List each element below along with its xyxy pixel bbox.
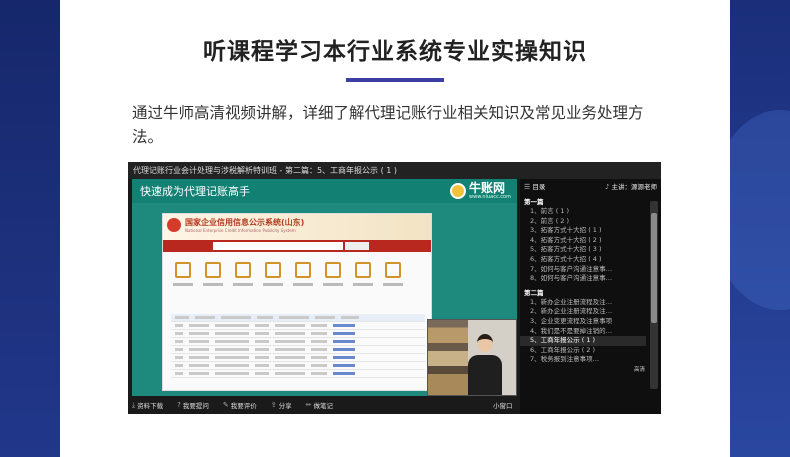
table-row <box>171 370 425 378</box>
player-controls: ⤓ 资料下载 ? 我要提问 ✎ 我要评价 ⇪ 分享 ✏ 做笔记 <box>128 396 520 414</box>
brand-logo: 牛账网 www.niuacc.com <box>450 182 511 200</box>
site-search-box <box>213 242 343 250</box>
bookshelf <box>428 320 468 395</box>
small-window-button[interactable]: 小窗口 <box>493 400 513 410</box>
lesson-item[interactable]: 2、新办企业注册流程及注… <box>520 307 638 317</box>
instructor <box>468 334 502 395</box>
lesson-item[interactable]: 4、我们是不是要掉注销的… <box>520 327 638 337</box>
section-title: 第二篇 <box>524 288 544 297</box>
lesson-item-active[interactable]: 5、工商年报公示 ( 1 ) <box>520 336 646 346</box>
background-right <box>730 0 790 457</box>
site-title: 国家企业信用信息公示系统(山东) <box>185 218 305 227</box>
comment-icon: ✎ <box>222 401 229 409</box>
scrollbar-thumb[interactable] <box>651 213 657 323</box>
download-button[interactable]: ⤓ 资料下载 <box>132 400 163 411</box>
page-description: 通过牛师高清视频讲解，详细了解代理记账行业相关知识及常见业务处理方法。 <box>132 104 644 146</box>
lesson-item[interactable]: 6、拓客方式十大招 ( 4 ) <box>520 255 638 265</box>
video-area[interactable]: 快速成为代理记账高手 牛账网 www.niuacc.com 国家企业信用信息公示… <box>132 179 517 396</box>
lesson-item[interactable]: 1、前言 ( 1 ) <box>520 207 638 217</box>
microphone-icon: ♪ <box>604 183 610 191</box>
site-icon <box>383 262 403 286</box>
lesson-item[interactable]: 2、前言 ( 2 ) <box>520 217 638 227</box>
site-icon <box>173 262 193 286</box>
title-underline <box>346 78 444 82</box>
video-player[interactable]: 代理记账行业会计处理与涉税解析特训班 - 第二篇：5、工商年报公示 ( 1 ) … <box>128 162 661 414</box>
logo-url: www.niuacc.com <box>469 194 511 200</box>
site-table <box>171 314 425 378</box>
list-icon: ☰ <box>524 183 531 191</box>
lesson-item[interactable]: 8、如何与客户沟通注意事… <box>520 274 638 284</box>
site-icon <box>233 262 253 286</box>
site-icon <box>293 262 313 286</box>
catalog-header: ☰ 目录 ♪ 主讲：源源老师 <box>520 179 661 193</box>
share-icon: ⇪ <box>270 401 277 409</box>
lesson-item[interactable]: 3、企业变更流程及注意事项 <box>520 317 638 327</box>
section-title: 第一篇 <box>524 198 544 206</box>
table-row <box>171 322 425 330</box>
table-row <box>171 346 425 354</box>
logo-icon <box>450 183 467 199</box>
download-icon: ⤓ <box>132 400 136 409</box>
share-button[interactable]: ⇪ 分享 <box>271 400 292 410</box>
background-left <box>0 0 60 457</box>
site-icon-row <box>163 252 431 286</box>
pencil-icon: ✏ <box>305 401 312 409</box>
site-icon <box>353 262 373 286</box>
table-row <box>171 362 425 370</box>
lesson-item[interactable]: 1、新办企业注册流程及注… <box>520 298 638 308</box>
question-icon: ? <box>177 401 181 409</box>
lesson-item[interactable]: 3、拓客方式十大招 ( 1 ) <box>520 226 638 236</box>
notes-button[interactable]: ✏ 做笔记 <box>306 400 333 410</box>
site-subtitle: National Enterprise Credit Information P… <box>185 228 296 233</box>
lesson-item[interactable]: 5、拓客方式十大招 ( 3 ) <box>520 245 638 255</box>
site-search-button <box>345 242 369 250</box>
video-banner: 快速成为代理记账高手 牛账网 www.niuacc.com <box>132 179 517 203</box>
table-row <box>171 354 425 362</box>
lesson-item[interactable]: 6、工商年报公示 ( 2 ) <box>520 346 638 356</box>
lesson-item[interactable]: 7、税务报到注意事项… <box>520 355 638 365</box>
lecturer-label: ♪ 主讲：源源老师 <box>604 183 657 191</box>
screen-content: 国家企业信用信息公示系统(山东) National Enterprise Cre… <box>162 213 432 391</box>
lesson-item[interactable]: 7、如何与客户沟通注意事… <box>520 265 638 275</box>
catalog-scrollbar[interactable] <box>650 201 658 389</box>
page-title: 听课程学习本行业系统专业实操知识 <box>203 39 587 65</box>
site-icon <box>323 262 343 286</box>
instructor-camera <box>427 319 517 396</box>
emblem-icon <box>167 218 181 232</box>
site-icon <box>203 262 223 286</box>
table-row <box>171 330 425 338</box>
catalog-tab[interactable]: ☰ 目录 <box>524 181 545 191</box>
table-row <box>171 314 425 322</box>
video-banner-title: 快速成为代理记账高手 <box>140 185 250 198</box>
site-search-bar <box>163 240 431 252</box>
logo-text: 牛账网 <box>469 181 506 195</box>
site-header: 国家企业信用信息公示系统(山东) National Enterprise Cre… <box>163 214 431 240</box>
player-title: 代理记账行业会计处理与涉税解析特训班 - 第二篇：5、工商年报公示 ( 1 ) <box>128 162 661 179</box>
lesson-item[interactable]: 4、拓客方式十大招 ( 2 ) <box>520 236 638 246</box>
site-icon <box>263 262 283 286</box>
quality-badge: 高清 <box>633 367 645 373</box>
review-button[interactable]: ✎ 我要评价 <box>223 400 257 410</box>
table-row <box>171 338 425 346</box>
ask-button[interactable]: ? 我要提问 <box>177 400 209 410</box>
course-catalog: ☰ 目录 ♪ 主讲：源源老师 第一篇 1、前言 ( 1 ) 2、前言 ( 2 )… <box>520 179 661 414</box>
